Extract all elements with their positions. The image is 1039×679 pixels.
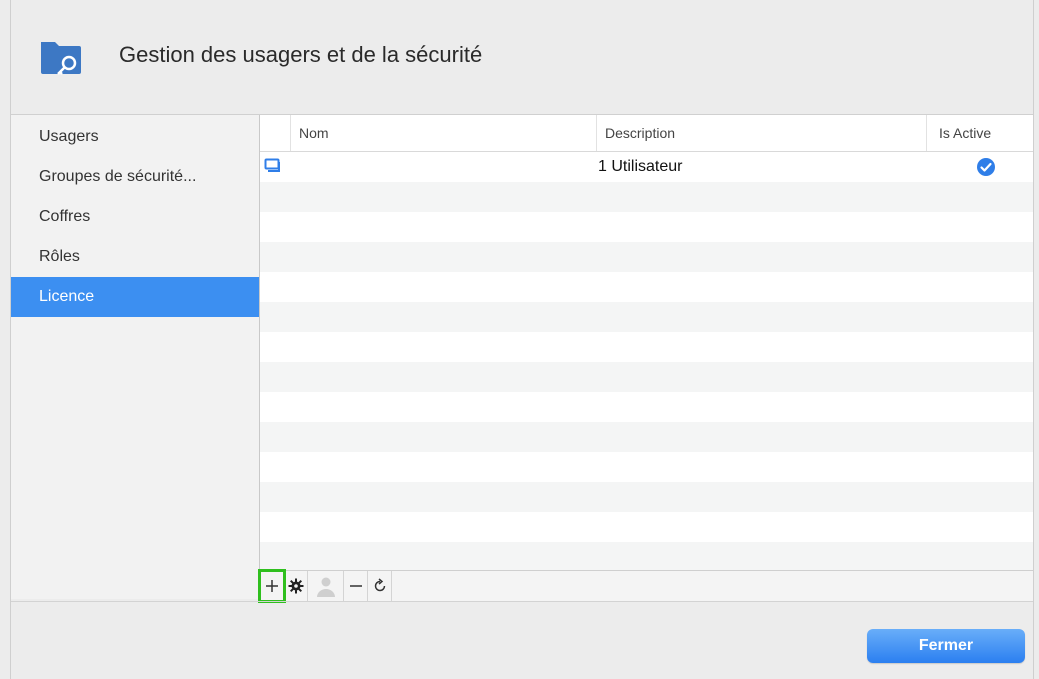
table-row[interactable]: 1 Utilisateur — [260, 152, 1033, 182]
sidebar-item-usagers[interactable]: Usagers — [11, 117, 259, 157]
table-row-empty — [260, 332, 1033, 362]
sidebar-item-licence[interactable]: Licence — [11, 277, 259, 317]
checkmark-circle-icon — [977, 158, 995, 176]
dialog-title: Gestion des usagers et de la sécurité — [119, 42, 483, 67]
sidebar: Usagers Groupes de sécurité... Coffres R… — [11, 115, 260, 599]
table-body: 1 Utilisateur — [260, 152, 1033, 570]
table-row-empty — [260, 362, 1033, 392]
column-header-nom[interactable]: Nom — [290, 115, 596, 151]
minus-icon — [349, 585, 362, 587]
table-row-empty — [260, 302, 1033, 332]
refresh-button[interactable] — [368, 571, 392, 601]
security-dialog: Gestion des usagers et de la sécurité Us… — [10, 0, 1034, 679]
table-row-empty — [260, 512, 1033, 542]
sidebar-item-coffres[interactable]: Coffres — [11, 197, 259, 237]
sidebar-item-roles[interactable]: Rôles — [11, 237, 259, 277]
table-row-empty — [260, 392, 1033, 422]
row-description: 1 Utilisateur — [598, 158, 683, 175]
table-row-empty — [260, 182, 1033, 212]
user-button[interactable] — [308, 571, 344, 601]
table-row-empty — [260, 482, 1033, 512]
footer-divider — [11, 601, 1033, 602]
user-icon — [316, 577, 335, 597]
refresh-icon — [374, 578, 385, 592]
column-header-is-active[interactable]: Is Active — [926, 115, 1033, 151]
column-header-description[interactable]: Description — [596, 115, 926, 151]
table-row-empty — [260, 422, 1033, 452]
table-row-empty — [260, 272, 1033, 302]
table-row-empty — [260, 212, 1033, 242]
table-row-empty — [260, 242, 1033, 272]
folder-key-icon — [41, 42, 81, 75]
dialog-header: Gestion des usagers et de la sécurité — [11, 0, 1033, 115]
close-button[interactable]: Fermer — [867, 629, 1025, 663]
table-row-empty — [260, 542, 1033, 570]
licence-table: Nom Description Is Active 1 Utilisateur — [260, 115, 1033, 570]
table-header: Nom Description Is Active — [260, 115, 1033, 152]
table-row-empty — [260, 452, 1033, 482]
remove-button[interactable] — [344, 571, 368, 601]
add-button[interactable] — [258, 569, 286, 603]
license-icon — [264, 158, 280, 172]
gear-icon — [288, 578, 303, 594]
table-toolbar — [258, 569, 1033, 603]
plus-icon — [265, 580, 278, 592]
settings-button[interactable] — [284, 571, 308, 601]
sidebar-item-groupes-securite[interactable]: Groupes de sécurité... — [11, 157, 259, 197]
